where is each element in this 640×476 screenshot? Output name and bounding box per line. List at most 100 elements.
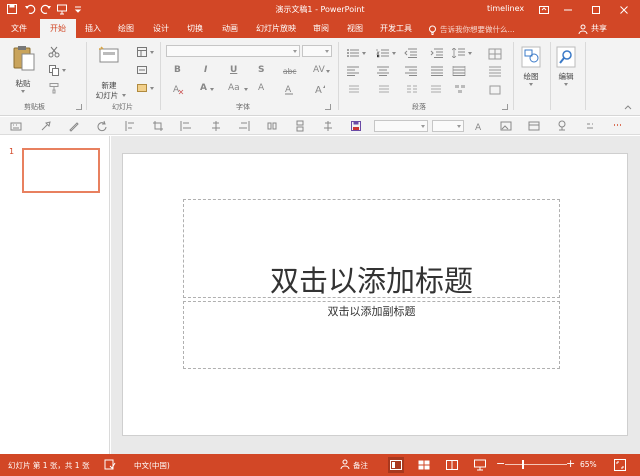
format-painter-icon[interactable] [48,82,60,94]
underline-button[interactable]: U [230,65,237,75]
brush-icon[interactable] [40,120,52,132]
maximize-icon[interactable] [584,0,608,19]
subtitle-placeholder[interactable]: 双击以添加副标题 [183,301,560,369]
zoom-slider-track[interactable] [505,464,567,465]
numbering-dropdown[interactable] [392,52,396,55]
tab-developer[interactable]: 开发工具 [376,19,416,38]
picture-format-icon[interactable] [500,120,512,132]
font-size-down-button[interactable]: A [258,83,264,93]
crop-icon[interactable] [152,120,164,132]
editing-label[interactable]: 编辑 [553,71,579,82]
zoom-out-icon[interactable]: − [496,457,505,470]
pen-icon[interactable] [68,120,80,132]
bold-button[interactable]: B [174,65,181,75]
notes-icon[interactable] [340,459,350,470]
zoom-in-icon[interactable]: + [566,457,575,470]
close-icon[interactable] [612,0,636,19]
tab-animations[interactable]: 动画 [216,19,244,38]
align-text-icon[interactable] [378,84,390,94]
paragraph-launcher-icon[interactable] [502,104,508,110]
font-size-combo[interactable] [302,45,332,57]
quick-styles-icon[interactable] [488,66,502,78]
strikethrough-button[interactable]: abc [283,67,296,76]
zoom-level[interactable]: 65% [580,460,597,469]
stamp-icon[interactable] [556,120,568,132]
reset-slide-icon[interactable] [136,64,148,76]
align-left-objects-icon[interactable] [180,120,192,132]
keyboard-icon[interactable] [10,120,22,132]
convert-smartart-icon[interactable] [454,84,466,94]
align-right-objects-icon[interactable] [238,120,250,132]
language-status[interactable]: 中文(中国) [134,460,170,471]
find-icon[interactable] [556,46,576,68]
align-left-icon[interactable] [346,66,360,76]
toolbar-font-color-icon[interactable]: A [474,120,486,132]
drawing-dropdown-arrow[interactable] [529,83,533,86]
copy-icon[interactable] [48,64,60,76]
change-case-dropdown[interactable] [244,88,248,91]
tell-me-box[interactable]: 告诉我你想要做什么... [428,24,515,35]
tab-transitions[interactable]: 切换 [181,19,209,38]
change-case-button[interactable]: Aa [228,83,240,93]
font-color-dropdown[interactable] [210,88,214,91]
font-size-up-icon[interactable]: A [314,83,326,95]
fit-to-window-icon[interactable] [614,459,626,471]
share-button[interactable]: 共享 [578,23,607,34]
tab-file[interactable]: 文件 [4,19,34,38]
more-options-icon[interactable] [584,120,596,132]
paste-label[interactable]: 粘贴 [10,78,36,89]
line-spacing-dropdown[interactable] [468,52,472,55]
text-direction-icon[interactable] [348,84,360,94]
numbering-icon[interactable] [376,48,390,58]
arrange-icon[interactable] [488,48,502,60]
tab-insert[interactable]: 插入 [80,19,106,38]
line-spacing-icon[interactable] [452,48,466,58]
distributed-icon[interactable] [452,66,466,76]
layout-dropdown-arrow[interactable] [150,51,154,54]
italic-button[interactable]: I [204,65,207,75]
shape-fill-icon[interactable] [488,84,502,96]
bullets-dropdown[interactable] [362,52,366,55]
ribbon-display-options-icon[interactable] [532,0,556,19]
tab-design[interactable]: 设计 [147,19,175,38]
reading-view-button[interactable] [444,457,460,473]
tab-review[interactable]: 审阅 [307,19,335,38]
align-center-icon[interactable] [376,66,390,76]
tab-draw[interactable]: 绘图 [112,19,140,38]
tab-view[interactable]: 视图 [341,19,369,38]
bring-forward-icon[interactable] [322,120,334,132]
tab-slideshow[interactable]: 幻灯片放映 [251,19,301,38]
group-objects-icon[interactable] [294,120,306,132]
copy-dropdown-arrow[interactable] [62,69,66,72]
drawing-label[interactable]: 绘图 [518,71,544,82]
columns-icon[interactable] [406,84,418,94]
proofing-icon[interactable] [104,459,116,470]
shadow-button[interactable]: S [258,65,264,75]
section-icon[interactable] [136,82,148,94]
slide-canvas[interactable]: 双击以添加标题 双击以添加副标题 [122,153,628,436]
character-spacing-dropdown[interactable] [326,70,330,73]
toolbar-font-combo[interactable] [374,120,428,132]
collapse-ribbon-icon[interactable] [624,104,632,110]
slide-sorter-view-button[interactable] [416,457,432,473]
save-as-icon[interactable] [350,120,362,132]
paste-dropdown-arrow[interactable] [21,90,25,93]
cut-icon[interactable] [48,46,60,58]
new-slide-label-2[interactable]: 幻灯片 [92,90,122,101]
clear-formatting-icon[interactable]: A [172,83,184,95]
justify-icon[interactable] [430,66,444,76]
align-right-icon[interactable] [404,66,418,76]
layout-icon[interactable] [136,46,148,58]
paste-icon[interactable] [12,44,36,72]
character-spacing-button[interactable]: AV [313,65,325,75]
align-objects-icon[interactable] [124,120,136,132]
distribute-icon[interactable] [266,120,278,132]
zoom-slider-thumb[interactable] [522,460,524,469]
user-name[interactable]: timelinex [487,4,524,13]
minimize-icon[interactable] [556,0,580,19]
decrease-indent-icon[interactable] [404,48,418,58]
rtl-icon[interactable] [430,84,442,94]
title-placeholder[interactable]: 双击以添加标题 [183,199,560,298]
font-launcher-icon[interactable] [325,104,331,110]
editing-dropdown-arrow[interactable] [564,83,568,86]
